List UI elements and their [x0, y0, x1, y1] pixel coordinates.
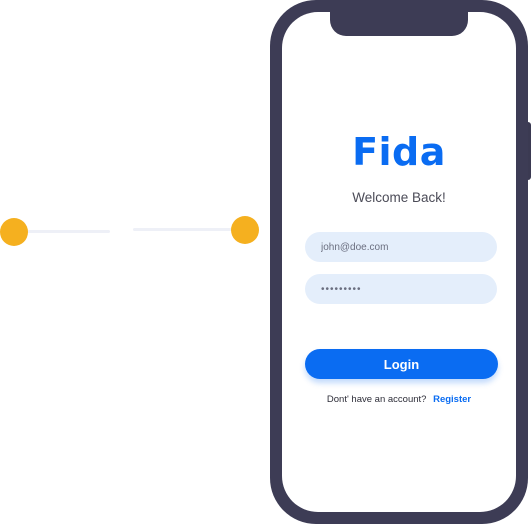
- app-logo: Fida: [352, 130, 446, 174]
- register-link[interactable]: Register: [433, 394, 471, 405]
- email-field[interactable]: [305, 232, 497, 262]
- phone-notch: [330, 12, 468, 36]
- connector-dot-right: [231, 216, 259, 244]
- stage: Fida Welcome Back! Login Dont' have an a…: [0, 0, 531, 524]
- login-button[interactable]: Login: [305, 349, 498, 379]
- connector-line-left: [18, 230, 110, 233]
- welcome-heading: Welcome Back!: [352, 190, 446, 205]
- connector-line-right: [133, 228, 245, 231]
- phone-screen: Fida Welcome Back! Login Dont' have an a…: [282, 12, 516, 512]
- connector-dot-left: [0, 218, 28, 246]
- password-field[interactable]: [305, 274, 497, 304]
- signup-row: Dont' have an account? Register: [282, 394, 516, 405]
- signup-prompt: Dont' have an account?: [326, 394, 427, 405]
- phone-frame: Fida Welcome Back! Login Dont' have an a…: [270, 0, 528, 524]
